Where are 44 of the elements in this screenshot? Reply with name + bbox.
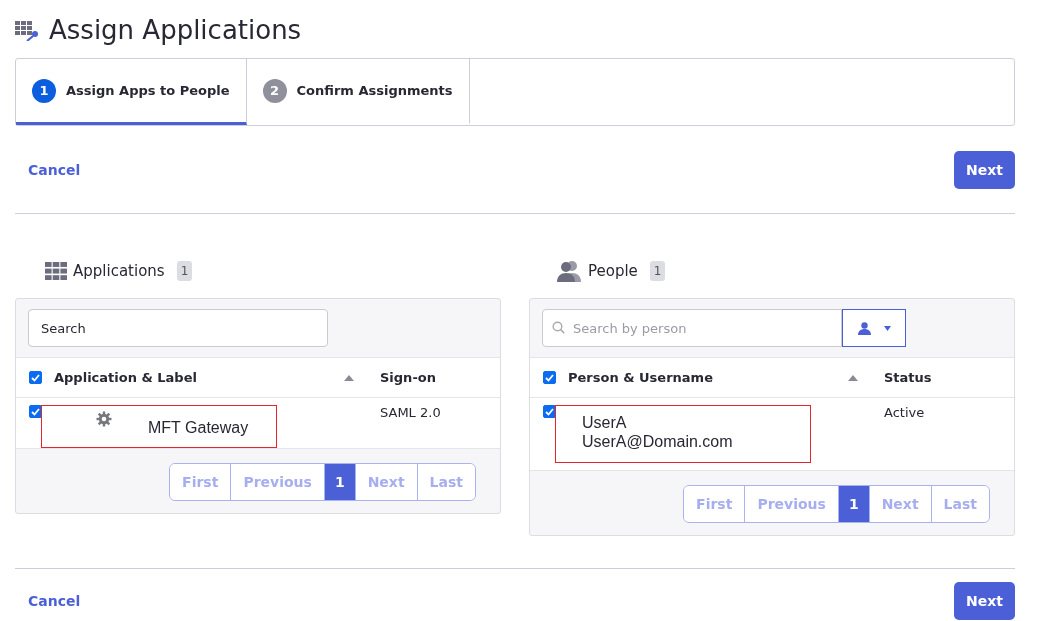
column-header[interactable]: Status bbox=[884, 370, 1014, 385]
cancel-link[interactable]: Cancel bbox=[15, 157, 94, 182]
count-badge: 1 bbox=[176, 261, 193, 281]
row-name: UserA bbox=[582, 413, 628, 432]
table-cell-text: Active bbox=[884, 405, 926, 420]
user-filter-dropdown[interactable] bbox=[842, 309, 906, 347]
user-icon bbox=[857, 321, 871, 335]
row-name: MFT Gateway bbox=[148, 418, 249, 437]
search-icon bbox=[552, 321, 565, 334]
next-button[interactable]: Next bbox=[954, 581, 1015, 620]
search-field[interactable]: Search by person bbox=[542, 309, 842, 347]
pagination-button[interactable]: 1 bbox=[323, 464, 355, 500]
step-number: 1 bbox=[32, 78, 56, 103]
page-title: Assign Applications bbox=[49, 15, 302, 45]
count-badge: 1 bbox=[649, 261, 666, 281]
sort-icon[interactable] bbox=[848, 374, 858, 381]
panel-title: People bbox=[588, 262, 638, 280]
select-all-checkbox[interactable] bbox=[28, 371, 42, 384]
search-field[interactable]: Search bbox=[28, 309, 328, 347]
check-icon bbox=[544, 373, 554, 382]
apps-key-icon bbox=[15, 19, 41, 41]
sort-icon[interactable] bbox=[344, 374, 354, 381]
select-all-checkbox[interactable] bbox=[542, 371, 556, 384]
next-button[interactable]: Next bbox=[954, 150, 1015, 189]
cancel-link[interactable]: Cancel bbox=[15, 588, 94, 613]
check-icon bbox=[30, 373, 40, 382]
check-icon bbox=[544, 407, 554, 416]
step-number: 2 bbox=[262, 78, 287, 103]
row-checkbox[interactable] bbox=[542, 405, 556, 418]
pagination-button[interactable]: 1 bbox=[837, 486, 869, 522]
column-header[interactable]: Sign-on bbox=[380, 370, 500, 385]
caret-icon bbox=[883, 325, 891, 331]
grid-icon bbox=[45, 262, 67, 280]
step-tab[interactable]: 2 Confirm Assignments bbox=[246, 59, 470, 125]
gear-icon bbox=[96, 411, 112, 427]
row-checkbox[interactable] bbox=[28, 405, 42, 418]
panel-title: Applications bbox=[73, 262, 165, 280]
check-icon bbox=[30, 407, 40, 416]
step-tab[interactable]: 1 Assign Apps to People bbox=[16, 59, 247, 125]
table-cell-text: SAML 2.0 bbox=[380, 405, 442, 420]
people-icon bbox=[557, 260, 582, 282]
row-username: UserA@Domain.com bbox=[582, 432, 733, 451]
column-header[interactable]: Person & Username bbox=[568, 370, 848, 385]
column-header[interactable]: Application & Label bbox=[54, 370, 344, 385]
